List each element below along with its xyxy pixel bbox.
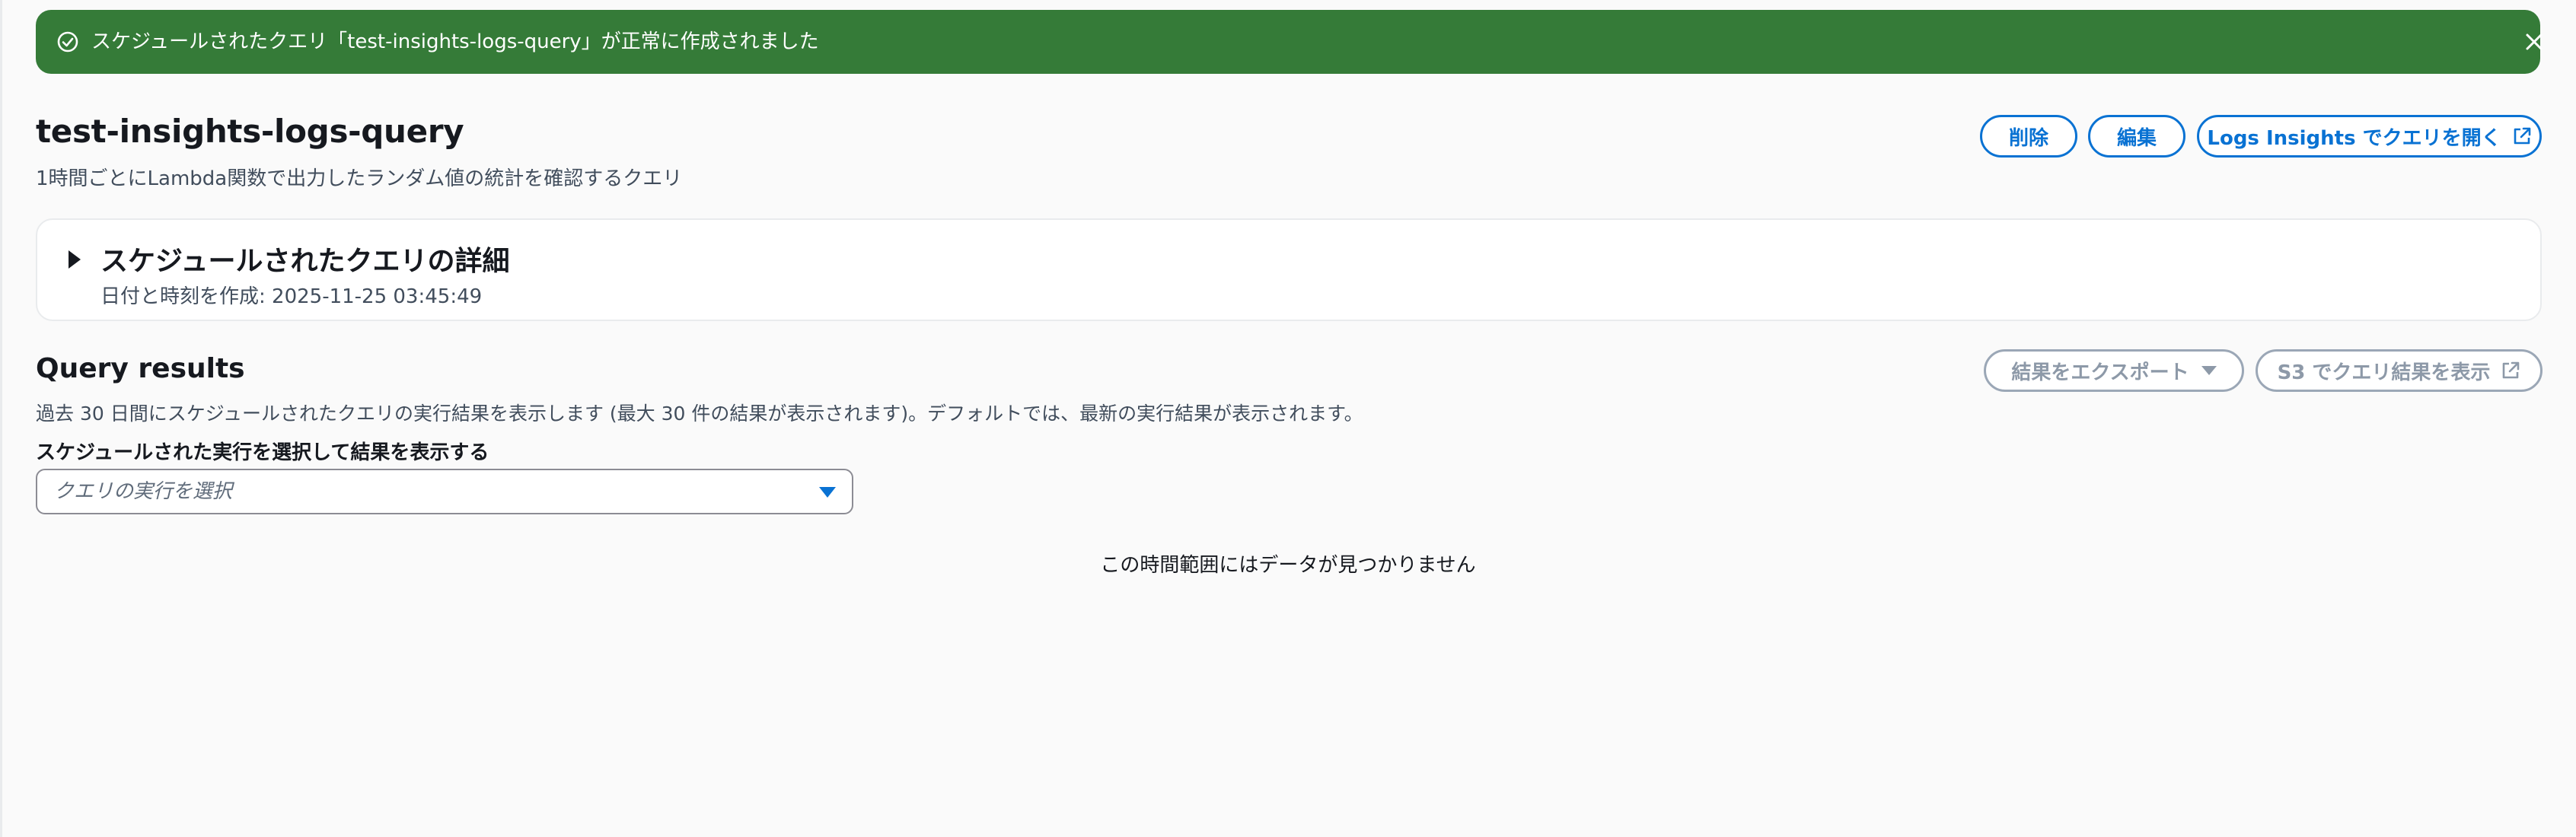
delete-button[interactable]: 削除: [1980, 115, 2077, 158]
export-results-button[interactable]: 結果をエクスポート: [1984, 349, 2244, 392]
caret-down-icon: [2201, 366, 2217, 375]
close-icon[interactable]: [2522, 30, 2546, 54]
external-link-icon: [2514, 127, 2530, 145]
query-run-select[interactable]: クエリの実行を選択: [36, 469, 853, 514]
flash-message: スケジュールされたクエリ「test-insights-logs-query」が正…: [91, 30, 819, 53]
open-logs-insights-button[interactable]: Logs Insights でクエリを開く: [2197, 115, 2542, 158]
expand-caret-icon[interactable]: [69, 250, 81, 269]
view-s3-results-button[interactable]: S3 でクエリ結果を表示: [2256, 349, 2543, 392]
page-description: 1時間ごとにLambda関数で出力したランダム値の統計を確認するクエリ: [36, 167, 683, 190]
success-flash-banner: スケジュールされたクエリ「test-insights-logs-query」が正…: [36, 10, 2543, 74]
page-title: test-insights-logs-query: [36, 113, 464, 150]
query-results-description: 過去 30 日間にスケジュールされたクエリの実行結果を表示します (最大 30 …: [36, 403, 1363, 425]
external-link-icon: [2503, 361, 2520, 379]
edit-button[interactable]: 編集: [2088, 115, 2185, 158]
details-heading[interactable]: スケジュールされたクエリの詳細: [100, 239, 509, 278]
caret-down-icon: [819, 487, 836, 498]
export-results-label: 結果をエクスポート: [2011, 361, 2189, 384]
empty-state-message: この時間範囲にはデータが見つかりません: [1100, 554, 1476, 577]
check-circle-icon: [57, 31, 78, 53]
edit-button-label: 編集: [2116, 126, 2157, 150]
left-panel-edge: [0, 0, 2, 837]
scheduled-query-details-section: スケジュールされたクエリの詳細 日付と時刻を作成: 2025-11-25 03:…: [36, 218, 2542, 321]
query-run-select-placeholder: クエリの実行を選択: [54, 480, 233, 503]
view-s3-results-label: S3 でクエリ結果を表示: [2277, 361, 2491, 384]
delete-button-label: 削除: [2008, 126, 2048, 150]
created-datetime: 日付と時刻を作成: 2025-11-25 03:45:49: [100, 285, 483, 308]
run-select-label: スケジュールされた実行を選択して結果を表示する: [36, 441, 489, 464]
query-results-heading: Query results: [36, 353, 245, 384]
open-logs-insights-label: Logs Insights でクエリを開く: [2207, 126, 2501, 150]
